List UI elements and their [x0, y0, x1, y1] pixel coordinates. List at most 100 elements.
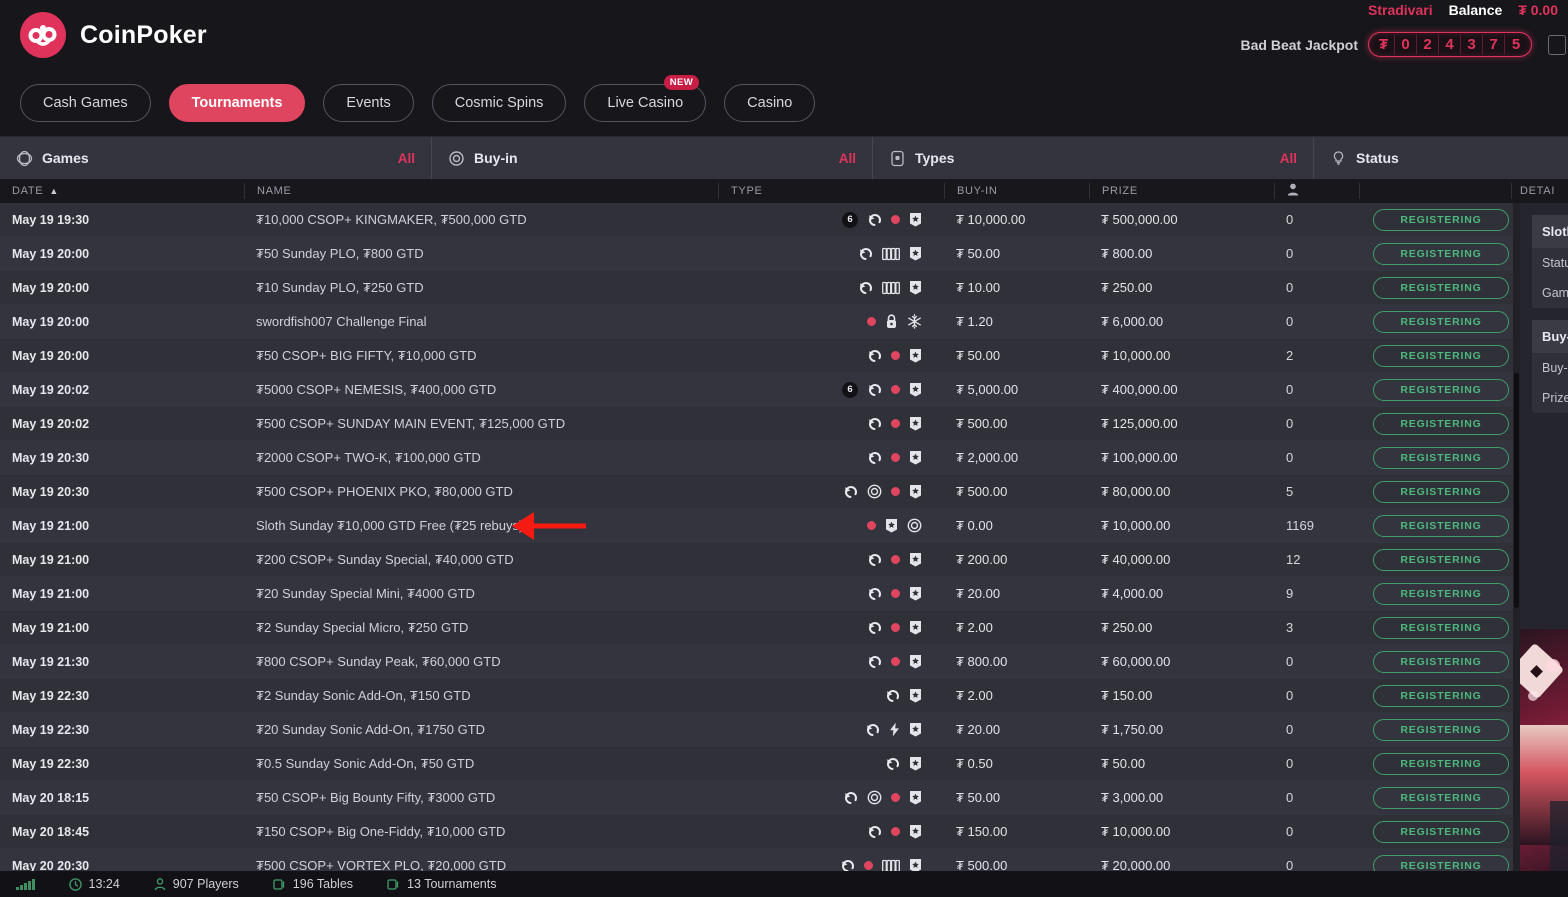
nav-tab-cosmic-spins[interactable]: Cosmic Spins: [431, 84, 567, 122]
status-badge-registering[interactable]: REGISTERING: [1373, 242, 1509, 265]
row-name: ₮500 CSOP+ PHOENIX PKO, ₮80,000 GTD: [256, 484, 513, 499]
tournament-row[interactable]: May 19 20:30 ₮2000 CSOP+ TWO-K, ₮100,000 …: [0, 441, 1520, 475]
status-badge-registering[interactable]: REGISTERING: [1373, 786, 1509, 809]
status-badge-registering[interactable]: REGISTERING: [1373, 718, 1509, 741]
jackpot-digit: 5: [1511, 36, 1521, 53]
tournament-row[interactable]: May 19 21:00 ₮200 CSOP+ Sunday Special, ₮…: [0, 543, 1520, 577]
tournament-row[interactable]: May 19 20:00 ₮10 Sunday PLO, ₮250 GTD ₮ 10…: [0, 271, 1520, 305]
row-status-cell: REGISTERING: [1359, 684, 1511, 707]
status-badge-registering[interactable]: REGISTERING: [1373, 514, 1509, 537]
nav-tab-tournaments[interactable]: Tournaments: [168, 84, 306, 122]
tournament-row[interactable]: May 20 18:15 ₮50 CSOP+ Big Bounty Fifty, …: [0, 781, 1520, 815]
tournament-row[interactable]: May 19 21:00 ₮20 Sunday Special Mini, ₮40…: [0, 577, 1520, 611]
tournament-row[interactable]: May 19 22:30 ₮0.5 Sunday Sonic Add-On, ₮5…: [0, 747, 1520, 781]
tournament-row[interactable]: May 19 21:00 ₮2 Sunday Special Micro, ₮25…: [0, 611, 1520, 645]
status-badge-registering[interactable]: REGISTERING: [1373, 208, 1509, 231]
tournament-list[interactable]: May 19 19:30 ₮10,000 CSOP+ KINGMAKER, ₮50…: [0, 203, 1520, 871]
row-name: ₮0.5 Sunday Sonic Add-On, ₮50 GTD: [256, 756, 475, 771]
filter-buyin-value[interactable]: All: [839, 151, 856, 166]
row-type-icons: [718, 790, 944, 805]
status-badge-registering[interactable]: REGISTERING: [1373, 752, 1509, 775]
pko-target-icon: [867, 484, 882, 499]
tournament-row[interactable]: May 19 20:02 ₮5000 CSOP+ NEMESIS, ₮400,00…: [0, 373, 1520, 407]
row-buyin: ₮ 500.00: [956, 484, 1008, 499]
status-badge-registering[interactable]: REGISTERING: [1373, 854, 1509, 871]
bad-beat-jackpot[interactable]: Bad Beat Jackpot ₮ 0 2 4 3 7 5: [1241, 32, 1566, 57]
header-menu-button[interactable]: [1548, 34, 1566, 55]
row-prize: ₮ 250.00: [1101, 280, 1153, 295]
row-players: 0: [1286, 654, 1294, 669]
tournament-row[interactable]: May 19 20:30 ₮500 CSOP+ PHOENIX PKO, ₮80,…: [0, 475, 1520, 509]
column-header-name[interactable]: NAME: [244, 183, 718, 199]
tournament-row[interactable]: May 19 22:30 ₮20 Sunday Sonic Add-On, ₮17…: [0, 713, 1520, 747]
column-header-date[interactable]: DATE ▲: [0, 183, 244, 199]
tournament-details-panel: Sloth Statu Gam Buy- Buy- Prize: [1520, 203, 1568, 871]
rebuy-icon: [867, 382, 882, 397]
filter-types[interactable]: Types All: [873, 137, 1314, 179]
rebuy-icon: [858, 246, 873, 261]
row-buyin: ₮ 50.00: [956, 790, 1001, 805]
column-header-type[interactable]: TYPE: [718, 183, 944, 199]
promo-banner[interactable]: [1520, 629, 1568, 871]
jackpot-digit: 3: [1461, 35, 1483, 54]
connection-signal: [16, 878, 35, 890]
nav-tab-casino[interactable]: Casino: [724, 84, 816, 122]
coinpoker-logo-icon: [20, 12, 66, 58]
status-badge-registering[interactable]: REGISTERING: [1373, 582, 1509, 605]
filter-types-value[interactable]: All: [1280, 151, 1297, 166]
row-name: ₮20 Sunday Sonic Add-On, ₮1750 GTD: [256, 722, 486, 737]
list-scrollbar-thumb[interactable]: [1514, 373, 1519, 608]
tournament-row[interactable]: May 19 20:00 ₮50 Sunday PLO, ₮800 GTD ₮ 50…: [0, 237, 1520, 271]
nav-tab-cash-games[interactable]: Cash Games: [20, 84, 151, 122]
status-badge-registering[interactable]: REGISTERING: [1373, 446, 1509, 469]
status-badge-registering[interactable]: REGISTERING: [1373, 344, 1509, 367]
tournament-row[interactable]: May 19 22:30 ₮2 Sunday Sonic Add-On, ₮150…: [0, 679, 1520, 713]
row-type-icons: [718, 586, 944, 601]
row-type-icons: [718, 416, 944, 431]
jackpot-digit: 0: [1395, 35, 1417, 54]
status-badge-registering[interactable]: REGISTERING: [1373, 412, 1509, 435]
tournament-row[interactable]: May 19 20:00 swordfish007 Challenge Final…: [0, 305, 1520, 339]
tournament-row[interactable]: May 20 20:30 ₮500 CSOP+ VORTEX PLO, ₮20,0…: [0, 849, 1520, 871]
status-badge-registering[interactable]: REGISTERING: [1373, 650, 1509, 673]
status-badge-registering[interactable]: REGISTERING: [1373, 820, 1509, 843]
tournament-row[interactable]: May 20 18:45 ₮150 CSOP+ Big One-Fiddy, ₮1…: [0, 815, 1520, 849]
bounty-dot-icon: [891, 555, 900, 564]
row-prize: ₮ 500,000.00: [1101, 212, 1178, 227]
row-status-cell: REGISTERING: [1359, 650, 1511, 673]
account-username[interactable]: Stradivari: [1368, 2, 1433, 18]
column-header-players[interactable]: [1274, 183, 1359, 199]
shield-star-icon: [909, 280, 922, 295]
row-status-cell: REGISTERING: [1359, 208, 1511, 231]
filter-buyin[interactable]: Buy-in All: [432, 137, 873, 179]
shield-star-icon: [909, 620, 922, 635]
row-status-cell: REGISTERING: [1359, 480, 1511, 503]
row-name: ₮20 Sunday Special Mini, ₮4000 GTD: [256, 586, 475, 601]
tournament-row[interactable]: May 19 19:30 ₮10,000 CSOP+ KINGMAKER, ₮50…: [0, 203, 1520, 237]
status-badge-registering[interactable]: REGISTERING: [1373, 616, 1509, 639]
tournament-row[interactable]: May 19 20:00 ₮50 CSOP+ BIG FIFTY, ₮10,000…: [0, 339, 1520, 373]
filter-games[interactable]: Games All: [0, 137, 432, 179]
column-header-prize[interactable]: PRIZE: [1089, 183, 1274, 199]
rebuy-icon: [867, 212, 882, 227]
tournament-row[interactable]: May 19 20:02 ₮500 CSOP+ SUNDAY MAIN EVENT…: [0, 407, 1520, 441]
filter-status[interactable]: Status: [1314, 137, 1568, 179]
jackpot-label: Bad Beat Jackpot: [1240, 36, 1358, 53]
row-buyin: ₮ 50.00: [956, 246, 1001, 261]
list-scrollbar-track[interactable]: [1513, 203, 1520, 871]
status-badge-registering[interactable]: REGISTERING: [1373, 378, 1509, 401]
status-badge-registering[interactable]: REGISTERING: [1373, 684, 1509, 707]
nav-tab-events[interactable]: Events: [323, 84, 414, 122]
balance-value: ₮ 0.00: [1518, 2, 1558, 18]
promo-overlay: [1550, 801, 1568, 871]
column-header-buyin[interactable]: BUY-IN: [944, 183, 1089, 199]
nav-tab-live-casino[interactable]: Live Casino NEW: [584, 75, 707, 122]
status-badge-registering[interactable]: REGISTERING: [1373, 276, 1509, 299]
tournament-row[interactable]: May 19 21:00 Sloth Sunday ₮10,000 GTD Fre…: [0, 509, 1520, 543]
status-badge-registering[interactable]: REGISTERING: [1373, 310, 1509, 333]
filter-games-value[interactable]: All: [398, 151, 415, 166]
tournament-row[interactable]: May 19 21:30 ₮800 CSOP+ Sunday Peak, ₮60,…: [0, 645, 1520, 679]
status-badge-registering[interactable]: REGISTERING: [1373, 480, 1509, 503]
rebuy-icon: [867, 552, 882, 567]
status-badge-registering[interactable]: REGISTERING: [1373, 548, 1509, 571]
